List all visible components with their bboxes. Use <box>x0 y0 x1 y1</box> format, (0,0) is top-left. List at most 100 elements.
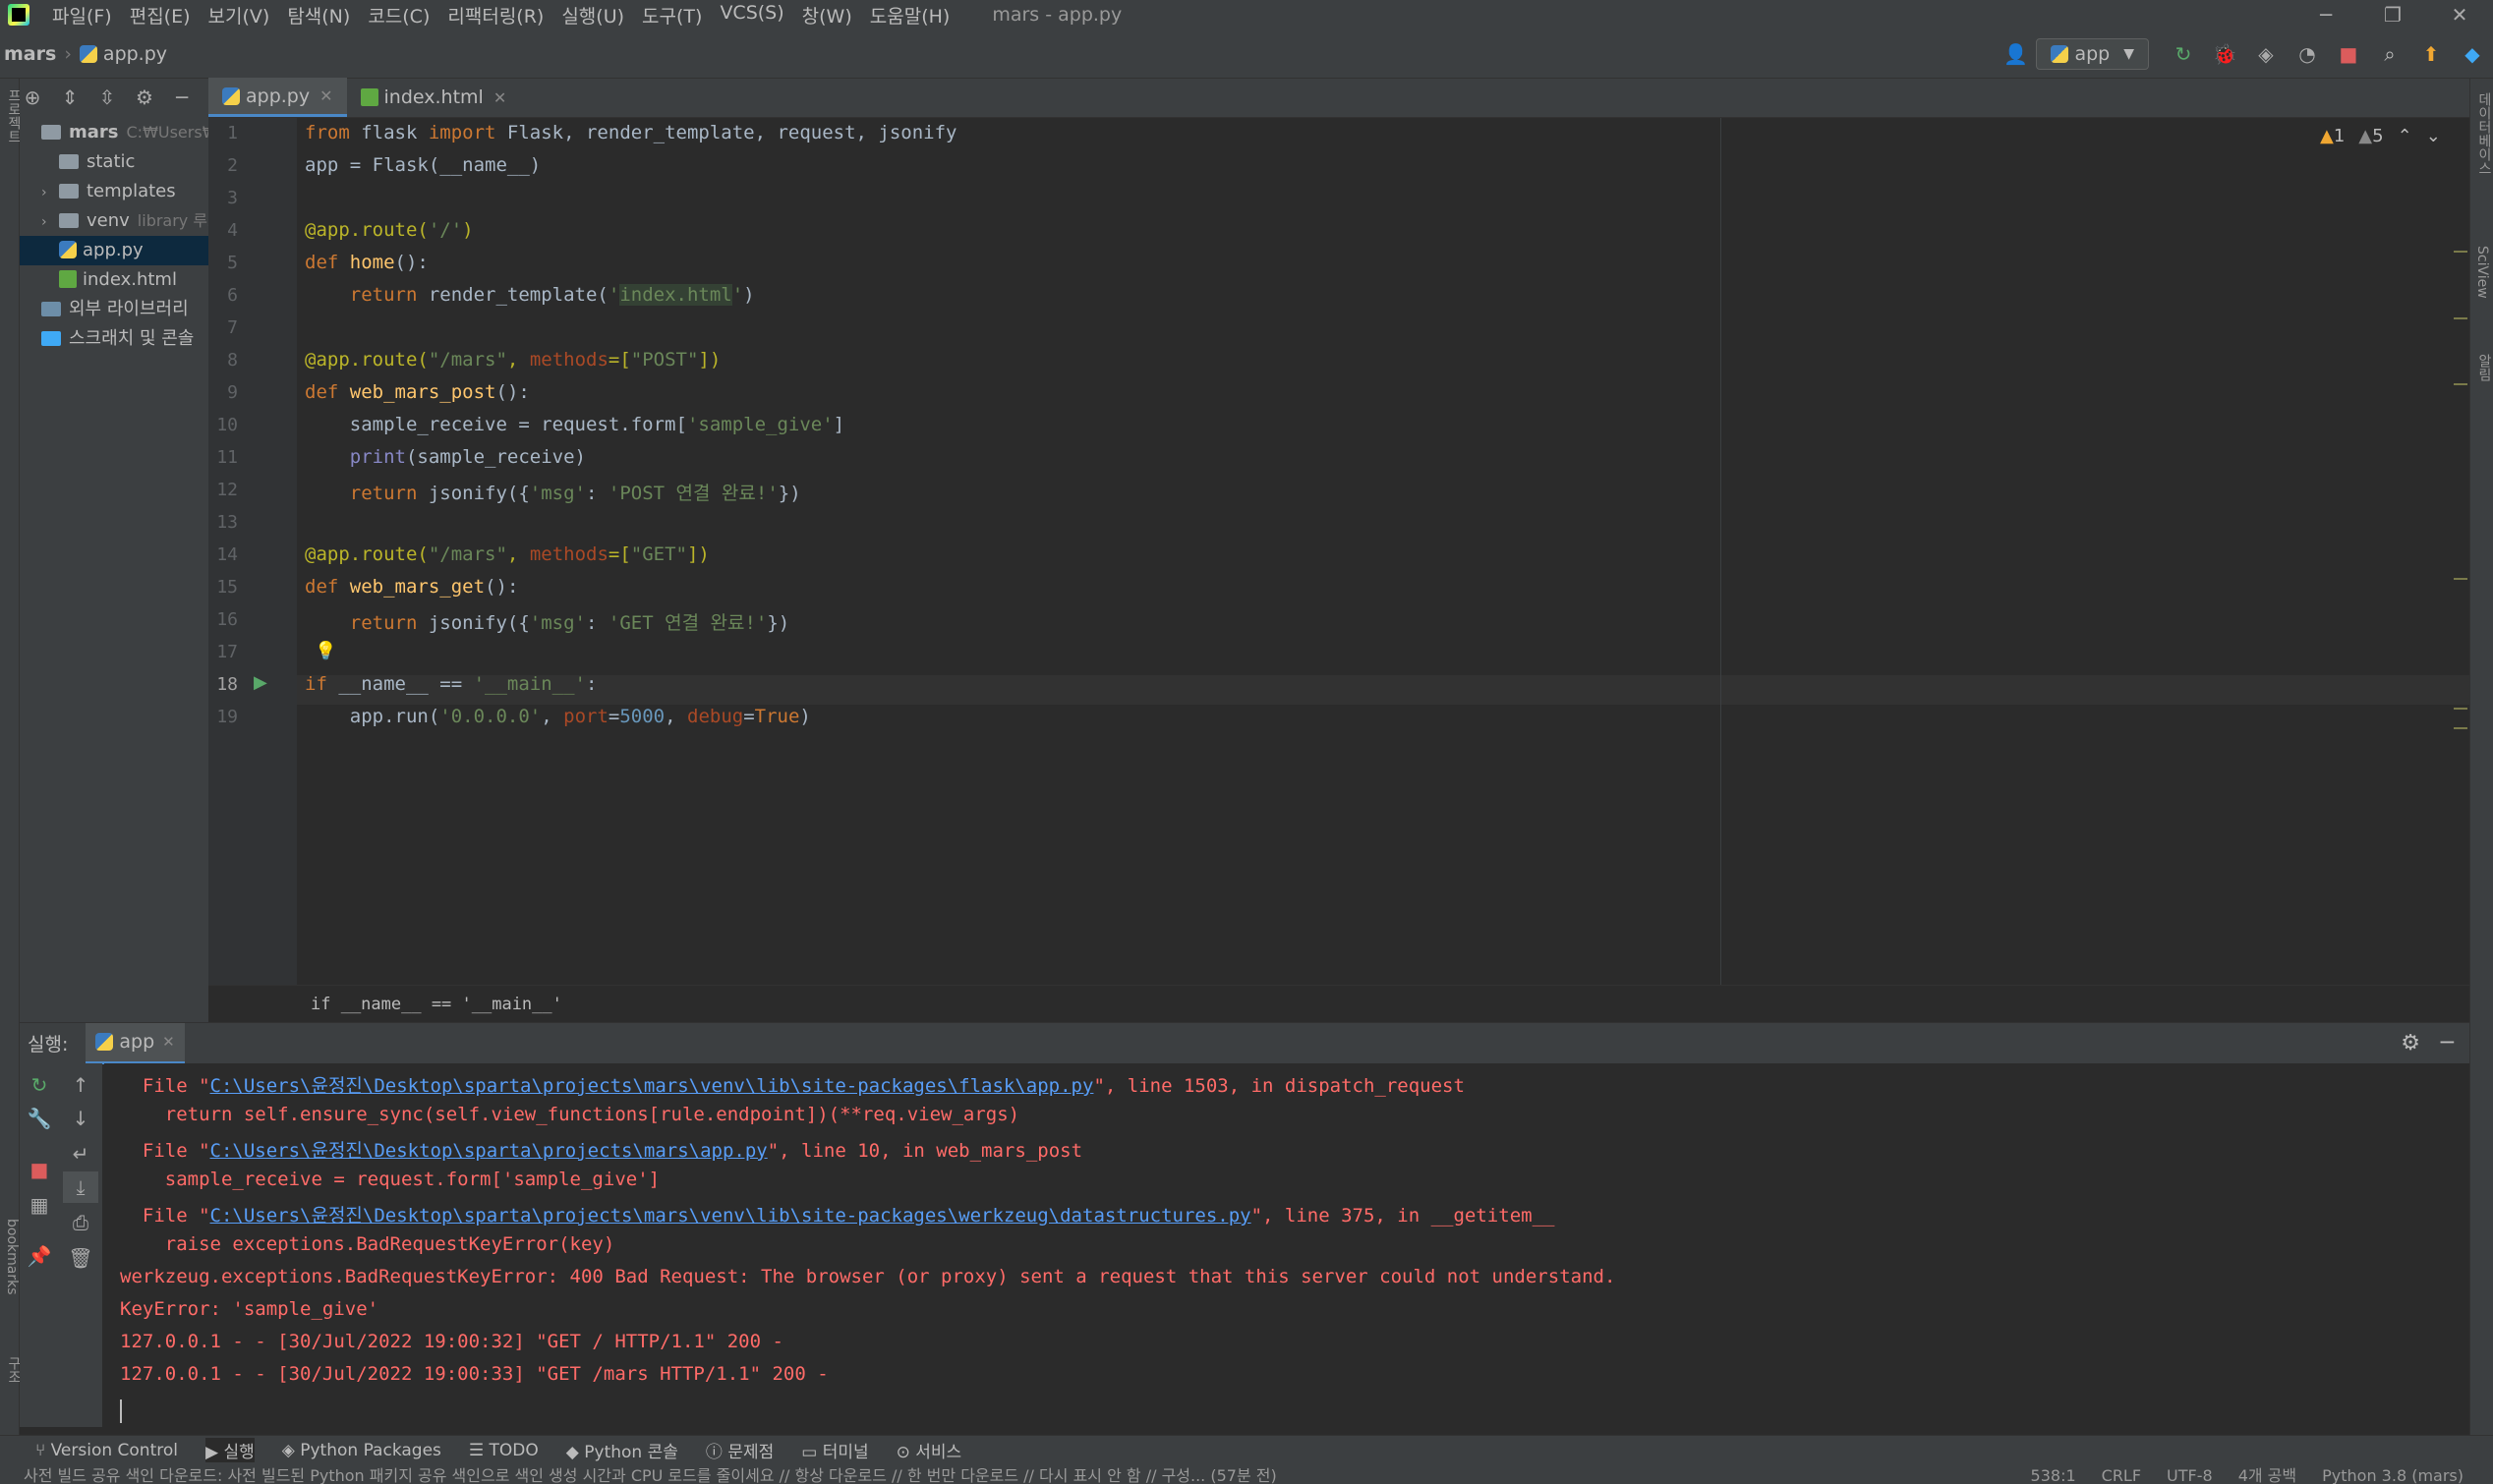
menu-item[interactable]: 코드(C) <box>359 2 438 29</box>
editor-breadcrumb[interactable]: if __name__ == '__main__' <box>208 985 2469 1022</box>
user-icon[interactable]: 👤 <box>1998 36 2033 72</box>
tool-window-button[interactable]: ⑂ Version Control <box>35 1441 178 1460</box>
chevron-up-icon[interactable]: ⌃ <box>2398 126 2412 146</box>
stop-icon[interactable]: ■ <box>22 1154 57 1185</box>
gear-icon[interactable]: ⚙ <box>2401 1031 2420 1056</box>
line-number[interactable]: 13 <box>199 512 238 533</box>
coverage-icon[interactable]: ◈ <box>2248 36 2284 72</box>
tool-window-button[interactable]: ⓘ 문제점 <box>706 1438 774 1462</box>
gear-icon[interactable]: ⚙ <box>132 86 157 109</box>
line-number[interactable]: 3 <box>199 188 238 208</box>
menu-item[interactable]: 파일(F) <box>43 2 121 29</box>
pin-icon[interactable]: 📌 <box>22 1240 57 1272</box>
trash-icon[interactable]: 🗑 <box>63 1242 98 1274</box>
tree-item[interactable]: ›venvlibrary 루트 <box>20 206 208 236</box>
tree-item[interactable]: 스크래치 및 콘솔 <box>20 324 208 354</box>
line-separator[interactable]: CRLF <box>2102 1464 2141 1484</box>
tree-item[interactable]: static <box>20 147 208 177</box>
sciview-label[interactable]: SciView <box>2474 246 2490 299</box>
run-console[interactable]: File "C:\Users\윤정진\Desktop\sparta\projec… <box>104 1063 2469 1427</box>
scrollbar-marker[interactable] <box>2454 383 2467 385</box>
breadcrumb-file[interactable]: app.py <box>79 43 167 65</box>
scrollbar-marker[interactable] <box>2454 578 2467 580</box>
line-number[interactable]: 18 <box>199 674 238 695</box>
soft-wrap-icon[interactable]: ↵ <box>63 1138 98 1170</box>
line-number[interactable]: 7 <box>199 317 238 338</box>
line-number[interactable]: 15 <box>199 577 238 598</box>
close-icon[interactable]: ✕ <box>2426 0 2493 29</box>
line-number[interactable]: 9 <box>199 382 238 403</box>
arrow-down-icon[interactable]: ↓ <box>63 1103 98 1134</box>
scrollbar-marker[interactable] <box>2454 251 2467 253</box>
scroll-to-end-icon[interactable]: ⤓ <box>63 1171 98 1203</box>
scrollbar-marker[interactable] <box>2454 317 2467 319</box>
chevron-right-icon[interactable]: › <box>41 207 59 236</box>
line-number[interactable]: 6 <box>199 285 238 306</box>
editor-tab[interactable]: index.html ✕ <box>347 78 521 117</box>
line-number[interactable]: 10 <box>199 415 238 435</box>
line-number[interactable]: 14 <box>199 544 238 565</box>
menu-item[interactable]: 보기(V) <box>200 2 279 29</box>
line-number[interactable]: 12 <box>199 480 238 500</box>
run-tab-app[interactable]: app ✕ <box>86 1022 185 1064</box>
run-gutter-icon[interactable]: ▶ <box>254 672 267 693</box>
line-number[interactable]: 5 <box>199 253 238 273</box>
line-number[interactable]: 4 <box>199 220 238 241</box>
line-number[interactable]: 17 <box>199 642 238 662</box>
arrow-up-icon[interactable]: ↑ <box>63 1069 98 1101</box>
line-number[interactable]: 8 <box>199 350 238 371</box>
file-link[interactable]: C:\Users\윤정진\Desktop\sparta\projects\mar… <box>210 1140 768 1162</box>
rerun-icon[interactable]: ↻ <box>22 1069 57 1101</box>
tree-item[interactable]: index.html <box>20 265 208 295</box>
rerun-icon[interactable]: ↻ <box>2166 36 2201 72</box>
interpreter[interactable]: Python 3.8 (mars) <box>2322 1464 2464 1484</box>
restore-icon[interactable]: ❐ <box>2359 0 2426 29</box>
search-icon[interactable]: ⌕ <box>2372 36 2407 72</box>
menu-item[interactable]: VCS(S) <box>711 2 792 29</box>
close-icon[interactable]: ✕ <box>162 1033 175 1051</box>
tree-item[interactable]: app.py <box>20 236 208 265</box>
line-number[interactable]: 1 <box>199 123 238 143</box>
layout-icon[interactable]: ▦ <box>22 1189 57 1221</box>
file-encoding[interactable]: UTF-8 <box>2167 1464 2213 1484</box>
collapse-all-icon[interactable]: ⇳ <box>94 86 120 109</box>
hide-icon[interactable]: ─ <box>169 86 195 109</box>
scrollbar-marker[interactable] <box>2454 727 2467 729</box>
line-number[interactable]: 19 <box>199 707 238 727</box>
debug-icon[interactable]: 🐞 <box>2207 36 2242 72</box>
menu-item[interactable]: 편집(E) <box>121 2 200 29</box>
close-tab-icon[interactable]: ✕ <box>319 86 332 105</box>
scrollbar-marker[interactable] <box>2454 708 2467 710</box>
bookmarks-label[interactable]: bookmarks <box>4 1219 20 1295</box>
line-number[interactable]: 2 <box>199 155 238 176</box>
tool-window-button[interactable]: ◈ Python Packages <box>282 1441 441 1460</box>
menu-item[interactable]: 실행(U) <box>552 2 633 29</box>
lightbulb-icon[interactable]: 💡 <box>315 641 336 661</box>
status-message[interactable]: 사전 빌드 공유 색인 다운로드: 사전 빌드된 Python 패키지 공유 색… <box>24 1464 1277 1484</box>
menu-item[interactable]: 탐색(N) <box>278 2 359 29</box>
chevron-down-icon[interactable]: ⌄ <box>2426 126 2441 146</box>
tool-window-button[interactable]: ▶ 실행 <box>204 1438 255 1462</box>
inspection-widget[interactable]: ▲1 ▲5 ⌃ ⌄ <box>2320 126 2441 146</box>
profile-icon[interactable]: ◔ <box>2290 36 2325 72</box>
locate-icon[interactable]: ⊕ <box>20 86 45 109</box>
line-number[interactable]: 16 <box>199 609 238 630</box>
close-tab-icon[interactable]: ✕ <box>493 88 506 107</box>
print-icon[interactable]: ⎙ <box>63 1207 98 1238</box>
indent-setting[interactable]: 4개 공백 <box>2238 1464 2296 1484</box>
tree-item[interactable]: 외부 라이브러리 <box>20 295 208 324</box>
menu-item[interactable]: 도움말(H) <box>861 2 959 29</box>
tool-window-button[interactable]: ▭ 터미널 <box>801 1438 868 1462</box>
update-icon[interactable]: ⬆ <box>2413 36 2449 72</box>
wrench-icon[interactable]: 🔧 <box>22 1103 57 1134</box>
menu-item[interactable]: 리팩터링(R) <box>438 2 552 29</box>
menu-item[interactable]: 창(W) <box>793 2 861 29</box>
jetbrains-icon[interactable]: ◆ <box>2455 36 2490 72</box>
tool-window-button[interactable]: ◆ Python 콘솔 <box>566 1438 678 1462</box>
stop-icon[interactable]: ■ <box>2331 36 2366 72</box>
breadcrumb-project[interactable]: mars <box>0 43 56 65</box>
expand-all-icon[interactable]: ⇕ <box>57 86 83 109</box>
database-label[interactable]: 데이터베이스 <box>2474 92 2493 175</box>
tool-window-button[interactable]: ⊙ 서비스 <box>897 1438 962 1462</box>
file-link[interactable]: C:\Users\윤정진\Desktop\sparta\projects\mar… <box>210 1075 1094 1097</box>
